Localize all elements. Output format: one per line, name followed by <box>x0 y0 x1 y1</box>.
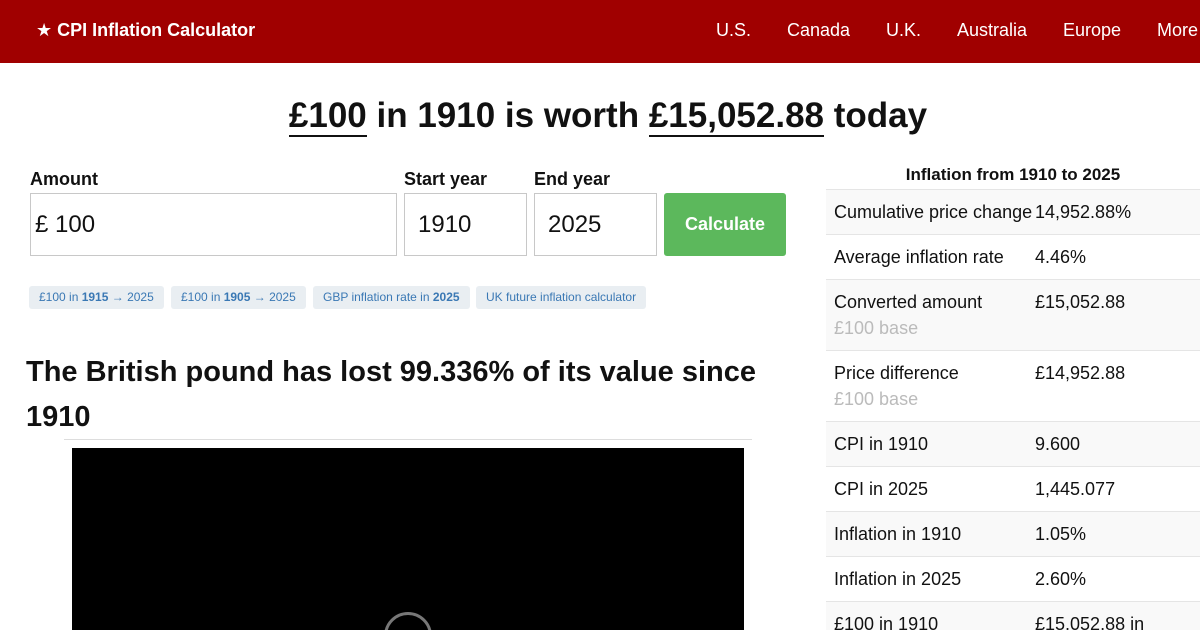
summary-row-label: Average inflation rate <box>834 244 1035 270</box>
nav-link-us[interactable]: U.S. <box>716 20 751 41</box>
summary-row-value: £14,952.88 <box>1035 363 1126 383</box>
end-year-label: End year <box>534 169 611 189</box>
value-lost-heading: The British pound has lost 99.336% of it… <box>26 356 757 433</box>
summary-row-label: Inflation in 1910 <box>834 521 1035 547</box>
link-pill-gbp-rate[interactable]: GBP inflation rate in 2025 <box>313 286 470 309</box>
inflation-summary-table: Inflation from 1910 to 2025 Cumulative p… <box>826 160 1200 630</box>
pill-text: GBP inflation rate in <box>323 290 433 304</box>
currency-symbol: £ <box>35 211 49 238</box>
headline-middle: in 1910 is worth <box>366 96 649 135</box>
summary-row-label-text: Cumulative price change <box>834 202 1033 222</box>
summary-row-value: 14,952.88% <box>1035 202 1132 222</box>
pill-year: 1905 <box>223 290 251 304</box>
summary-row-value: £15,052.88 <box>1035 292 1126 312</box>
summary-row-label: Inflation in 2025 <box>834 566 1035 592</box>
summary-row-label: £100 in 1910 <box>834 611 1035 630</box>
summary-row: £100 in 1910 £15,052.88 in <box>826 602 1200 630</box>
summary-row-value: 4.46% <box>1035 247 1087 267</box>
divider <box>64 439 752 440</box>
end-year-field[interactable] <box>534 193 657 256</box>
summary-row-label-text: Converted amount <box>834 292 983 312</box>
summary-row: Average inflation rate 4.46% <box>826 235 1200 280</box>
summary-row: CPI in 2025 1,445.077 <box>826 467 1200 512</box>
summary-row-label: Price difference £100 base <box>834 360 1035 412</box>
summary-row-label: Converted amount £100 base <box>834 289 1035 341</box>
summary-row-label-text: Inflation in 1910 <box>834 524 962 544</box>
summary-row-value: 1.05% <box>1035 524 1087 544</box>
link-pill-1905[interactable]: £100 in 1905 → 2025 <box>171 286 306 309</box>
summary-row: Inflation in 1910 1.05% <box>826 512 1200 557</box>
summary-row-label: CPI in 2025 <box>834 476 1035 502</box>
amount-field[interactable]: £ <box>30 193 397 256</box>
result-headline: £100 in 1910 is worth £15,052.88 today <box>0 96 1200 137</box>
top-navbar: ★ CPI Inflation Calculator U.S. Canada U… <box>0 0 1200 63</box>
summary-row-value: £15,052.88 in <box>1035 614 1145 630</box>
summary-row-sublabel: £100 base <box>834 318 919 338</box>
amount-label: Amount <box>30 169 98 189</box>
pill-text: UK future inflation calculator <box>486 290 637 304</box>
start-year-input[interactable] <box>418 194 518 255</box>
summary-row-label: CPI in 1910 <box>834 431 1035 457</box>
summary-row-sublabel: £100 base <box>834 389 919 409</box>
pill-year: 2025 <box>432 290 460 304</box>
summary-row-value: 2.60% <box>1035 569 1087 589</box>
summary-row-label-text: Inflation in 2025 <box>834 569 962 589</box>
summary-row: Converted amount £100 base £15,052.88 <box>826 280 1200 351</box>
pill-text: £100 in <box>39 290 82 304</box>
summary-row-label-text: CPI in 2025 <box>834 479 929 499</box>
headline-amount: £100 <box>288 96 367 137</box>
nav-link-europe[interactable]: Europe <box>1063 20 1121 41</box>
calculate-button[interactable]: Calculate <box>664 193 786 256</box>
headline-result: £15,052.88 <box>648 96 824 137</box>
nav-link-canada[interactable]: Canada <box>787 20 850 41</box>
summary-row: Cumulative price change 14,952.88% <box>826 190 1200 235</box>
brand-link[interactable]: ★ CPI Inflation Calculator <box>36 20 255 41</box>
summary-row-value: 9.600 <box>1035 434 1081 454</box>
summary-row-label-text: Price difference <box>834 363 959 383</box>
summary-row-label-text: £100 in 1910 <box>834 614 939 630</box>
headline-end: today <box>824 96 928 135</box>
summary-row-label-text: Average inflation rate <box>834 247 1004 267</box>
summary-row: Inflation in 2025 2.60% <box>826 557 1200 602</box>
summary-row: CPI in 1910 9.600 <box>826 422 1200 467</box>
pill-text: → 2025 <box>250 290 296 304</box>
pill-year: 1915 <box>81 290 109 304</box>
nav-link-australia[interactable]: Australia <box>957 20 1027 41</box>
end-year-input[interactable] <box>548 194 648 255</box>
amount-input[interactable] <box>55 194 385 255</box>
summary-row-label: Cumulative price change <box>834 199 1035 225</box>
video-player[interactable] <box>72 448 744 630</box>
nav-link-more[interactable]: More <box>1157 20 1198 41</box>
summary-row-value: 1,445.077 <box>1035 479 1116 499</box>
loading-spinner-icon <box>384 612 432 630</box>
summary-row: Price difference £100 base £14,952.88 <box>826 351 1200 422</box>
start-year-label: Start year <box>404 169 488 189</box>
summary-title: Inflation from 1910 to 2025 <box>826 160 1200 190</box>
summary-row-label-text: CPI in 1910 <box>834 434 929 454</box>
nav-link-uk[interactable]: U.K. <box>886 20 921 41</box>
pill-text: £100 in <box>181 290 224 304</box>
link-pill-future-calculator[interactable]: UK future inflation calculator <box>476 286 647 309</box>
link-pill-1915[interactable]: £100 in 1915 → 2025 <box>29 286 164 309</box>
start-year-field[interactable] <box>404 193 527 256</box>
pill-text: → 2025 <box>108 290 154 304</box>
